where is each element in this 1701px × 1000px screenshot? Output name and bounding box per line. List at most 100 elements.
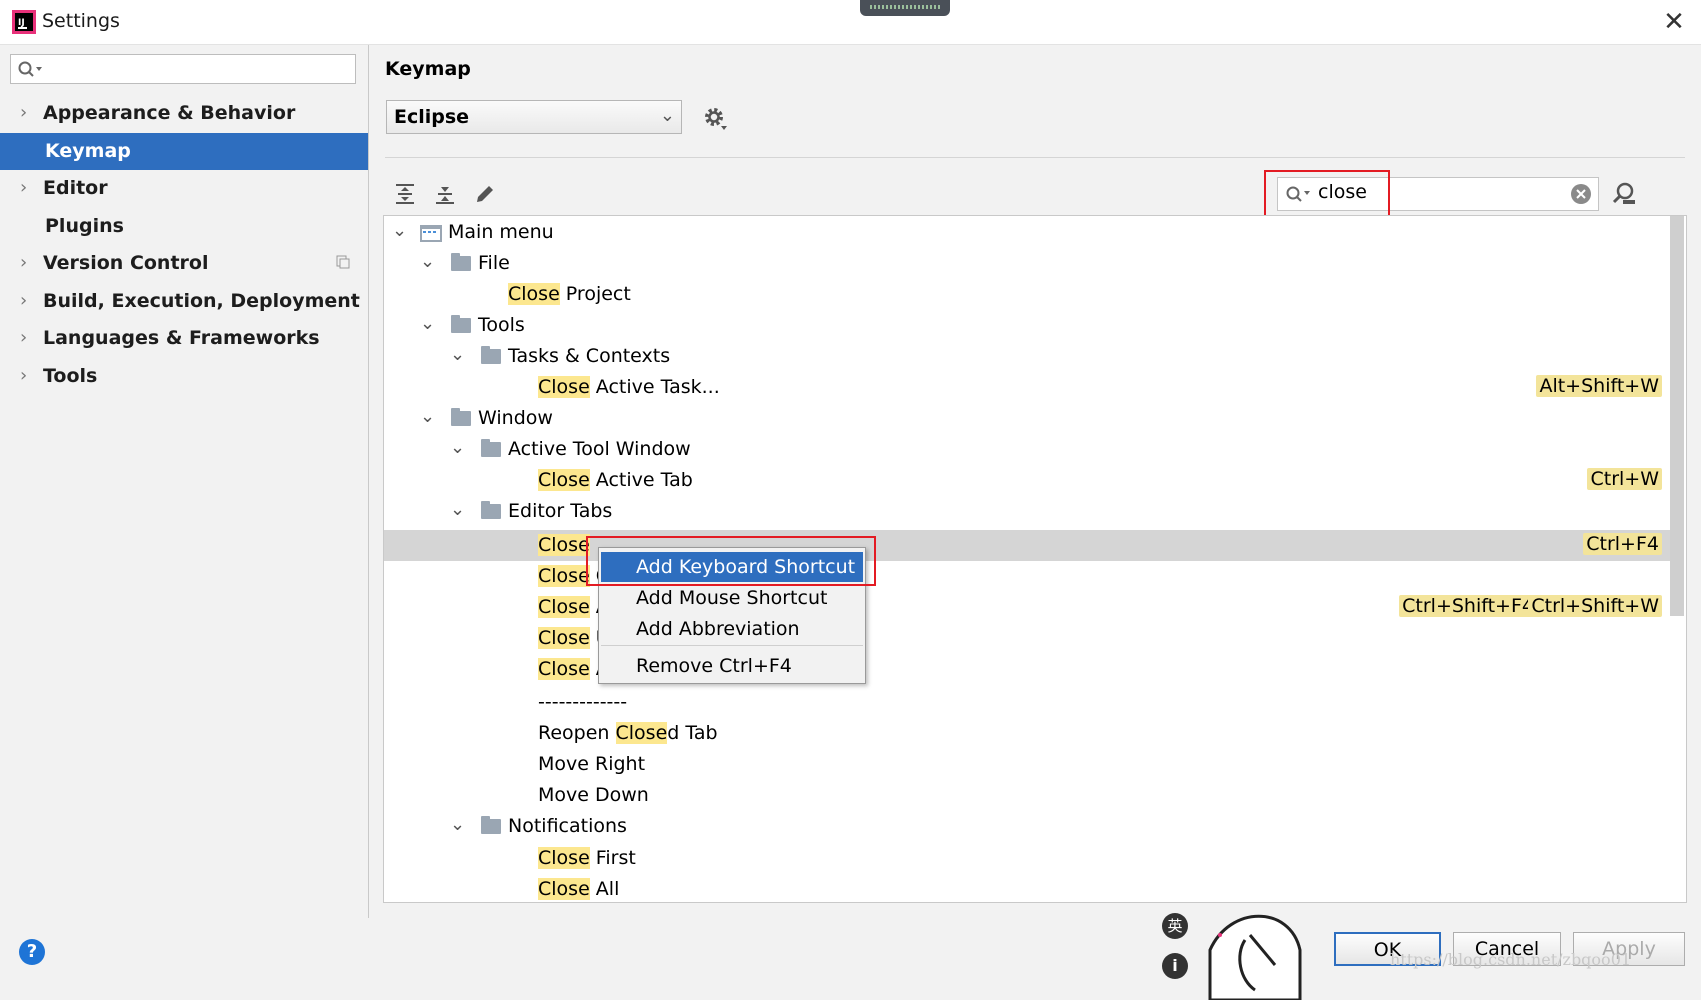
tree-node-label: Main menu (448, 221, 554, 243)
sidebar-item-label: Tools (43, 365, 98, 387)
shortcut-badge: Ctrl+Shift+W (1528, 595, 1662, 617)
sidebar-item-editor[interactable]: › Editor (0, 170, 368, 206)
folder-icon (481, 346, 501, 364)
search-icon (18, 61, 42, 77)
sidebar-item-appearance-behavior[interactable]: › Appearance & Behavior (0, 95, 368, 131)
tree-action-close-project[interactable]: Close Project (384, 279, 1670, 310)
keymap-scheme-select[interactable]: Eclipse ⌄ (386, 100, 682, 134)
tree-separator: ------------- (384, 687, 1670, 718)
menu-item-add-mouse-shortcut[interactable]: Add Mouse Shortcut (601, 583, 863, 613)
tree-node-notifications[interactable]: ⌄ Notifications (384, 811, 1670, 842)
chevron-right-icon: › (20, 102, 28, 123)
chevron-right-icon: › (20, 327, 28, 348)
tree-action-close-first[interactable]: Close First (384, 843, 1670, 874)
expand-all-icon[interactable] (393, 182, 417, 206)
chevron-right-icon: › (20, 365, 28, 386)
action-label: Move Down (538, 784, 649, 806)
chevron-down-icon: ⌄ (450, 814, 466, 835)
help-icon[interactable]: ? (19, 939, 45, 965)
sidebar-item-label: Editor (43, 177, 108, 199)
chevron-down-icon: ⌄ (450, 499, 466, 520)
sidebar-item-version-control[interactable]: › Version Control (0, 245, 368, 281)
project-settings-icon (336, 255, 350, 269)
menu-item-add-abbreviation[interactable]: Add Abbreviation (601, 614, 863, 644)
shortcut-badge: Ctrl+F4 (1583, 533, 1662, 555)
sidebar-item-plugins[interactable]: Plugins (0, 208, 368, 244)
sidebar-item-keymap[interactable]: Keymap (0, 133, 368, 170)
close-window-button[interactable]: ✕ (1660, 9, 1688, 37)
info-icon[interactable]: i (1162, 953, 1188, 979)
sidebar-item-build-execution-deployment[interactable]: › Build, Execution, Deployment (0, 283, 368, 319)
chevron-down-icon: ⌄ (420, 251, 436, 272)
menu-separator (601, 645, 863, 646)
edit-pencil-icon[interactable] (473, 182, 497, 206)
tree-node-file[interactable]: ⌄ File (384, 248, 1670, 279)
window-title: Settings (42, 10, 120, 32)
main-menu-icon (420, 225, 442, 242)
svg-text:IJ: IJ (18, 18, 25, 28)
tree-node-label: Tools (478, 314, 525, 336)
folder-icon (451, 315, 471, 333)
watermark-text: https://blog.csdn.net/zbqoo01 (1390, 950, 1632, 969)
tree-action-move-down[interactable]: Move Down (384, 780, 1670, 811)
tree-node-active-tool-window[interactable]: ⌄ Active Tool Window (384, 434, 1670, 465)
action-label: Close All (538, 878, 620, 900)
tree-node-editor-tabs[interactable]: ⌄ Editor Tabs (384, 496, 1670, 527)
sidebar-item-label: Keymap (45, 140, 131, 162)
chevron-down-icon: ⌄ (392, 220, 408, 241)
chevron-down-icon: ⌄ (450, 344, 466, 365)
folder-icon (481, 816, 501, 834)
chevron-right-icon: › (20, 252, 28, 273)
sidebar-item-label: Languages & Frameworks (43, 327, 320, 349)
tree-action-close-all-but-pinned[interactable]: Close A (384, 654, 1670, 685)
dialog-button-bar (0, 918, 1701, 980)
sidebar-item-label: Plugins (45, 215, 124, 237)
tree-node-label: Window (478, 407, 553, 429)
action-label: Close (538, 534, 590, 556)
clear-search-icon[interactable] (1570, 183, 1592, 205)
page-title: Keymap (385, 58, 471, 80)
find-by-shortcut-icon[interactable] (1611, 180, 1637, 206)
title-bar (0, 0, 1701, 45)
menu-annotation-box (586, 536, 876, 586)
chevron-down-icon: ⌄ (420, 313, 436, 334)
tree-action-close-active-task[interactable]: Close Active Task... Alt+Shift+W (384, 372, 1670, 403)
chevron-right-icon: › (20, 290, 28, 311)
collapse-all-icon[interactable] (433, 182, 457, 206)
tree-action-close-unmodified[interactable]: Close U (384, 623, 1670, 654)
tree-action-close-all-notifications[interactable]: Close All (384, 874, 1670, 902)
tree-action-close-selected[interactable]: Close Ctrl+F4 (384, 530, 1670, 561)
tree-action-close-all[interactable]: Close A Ctrl+Shift+F4 Ctrl+Shift+W (384, 592, 1670, 623)
tree-action-close-active-tab[interactable]: Close Active Tab Ctrl+W (384, 465, 1670, 496)
action-label: Close Active Tab (538, 469, 693, 491)
tree-scrollbar[interactable] (1670, 216, 1684, 616)
action-label: Close First (538, 847, 636, 869)
tree-node-window[interactable]: ⌄ Window (384, 403, 1670, 434)
sidebar-item-languages-frameworks[interactable]: › Languages & Frameworks (0, 320, 368, 356)
window-drag-handle[interactable] (860, 0, 950, 16)
action-label: Close Active Task... (538, 376, 720, 398)
sidebar-item-tools[interactable]: › Tools (0, 358, 368, 394)
shortcut-badge: Ctrl+W (1587, 468, 1662, 490)
tree-action-move-right[interactable]: Move Right (384, 749, 1670, 780)
separator-label: ------------- (538, 691, 628, 713)
keymap-scheme-value: Eclipse (394, 106, 470, 128)
sidebar-item-label: Appearance & Behavior (43, 102, 296, 124)
sidebar-item-label: Version Control (43, 252, 209, 274)
tree-node-main-menu[interactable]: ⌄ Main menu (384, 217, 1670, 248)
tree-node-tasks-contexts[interactable]: ⌄ Tasks & Contexts (384, 341, 1670, 372)
tree-node-tools[interactable]: ⌄ Tools (384, 310, 1670, 341)
tree-action-reopen-closed-tab[interactable]: Reopen Closed Tab (384, 718, 1670, 749)
folder-icon (451, 408, 471, 426)
tree-action-close-others[interactable]: Close C (384, 561, 1670, 592)
tree-node-label: File (478, 252, 510, 274)
action-label: Close Project (508, 283, 631, 305)
settings-search-input[interactable] (10, 54, 356, 84)
divider (385, 157, 1685, 158)
chevron-down-icon: ⌄ (420, 406, 436, 427)
ime-language-icon[interactable]: 英 (1162, 913, 1188, 939)
folder-icon (481, 501, 501, 519)
tree-node-label: Notifications (508, 815, 627, 837)
gear-icon[interactable] (703, 106, 729, 132)
menu-item-remove-shortcut[interactable]: Remove Ctrl+F4 (601, 651, 863, 681)
